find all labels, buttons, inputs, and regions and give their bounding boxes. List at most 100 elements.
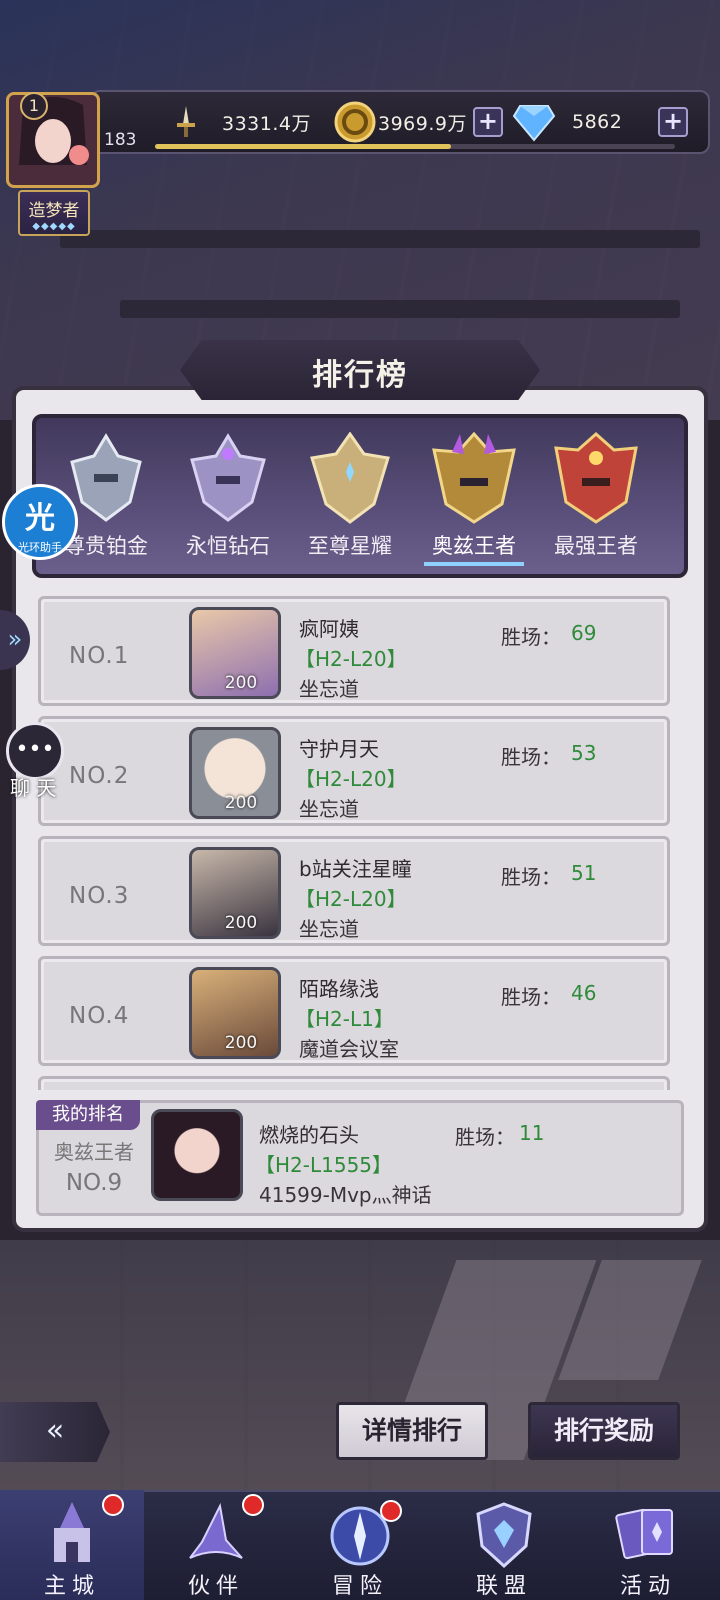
diamond-group: 5862 + (512, 102, 688, 142)
tab-strongest-king[interactable]: 最强王者 (536, 422, 656, 572)
tab-oz-king[interactable]: 奥兹王者 (414, 422, 534, 572)
my-tier: 奥兹王者 (54, 1140, 134, 1164)
diamond-helmet-icon (190, 433, 266, 522)
wins-label: 胜场： (501, 745, 561, 769)
tab-label: 永恒钻石 (186, 534, 270, 558)
my-server: 【H2-L1555】 (255, 1153, 393, 1177)
tab-star-glory[interactable]: 至尊星耀 (290, 422, 410, 572)
nav-partners[interactable]: 伙伴 (144, 1490, 288, 1600)
detail-ranking-button[interactable]: 详情排行 (336, 1402, 488, 1460)
wins-value: 53 (571, 741, 597, 765)
exp-bar-fill (155, 144, 452, 149)
player-level: 183 (104, 130, 137, 150)
notification-badge (102, 1494, 124, 1516)
background-beam (60, 230, 700, 248)
nav-label: 主城 (43, 1574, 100, 1599)
tab-label: 至尊星耀 (308, 534, 392, 558)
wins-label: 胜场： (501, 865, 561, 889)
gold-value: 3969.9万 (378, 112, 467, 135)
nav-alliance[interactable]: 联盟 (432, 1490, 576, 1600)
active-tab-underline (424, 562, 524, 566)
my-portrait[interactable] (151, 1109, 243, 1201)
tab-label: 最强王者 (554, 534, 638, 558)
my-wins-value: 11 (519, 1121, 545, 1145)
rank-number: NO.3 (69, 883, 130, 909)
portrait-level: 200 (224, 673, 258, 693)
wins-value: 69 (571, 621, 597, 645)
add-diamond-button[interactable]: + (658, 107, 688, 137)
cards-icon (615, 1508, 673, 1560)
add-gold-button[interactable]: + (472, 107, 503, 137)
player-name: 疯阿姨 (299, 617, 359, 641)
portrait-level: 200 (224, 913, 258, 933)
wins-label: 胜场： (501, 625, 561, 649)
witch-hat-icon (189, 1502, 243, 1559)
player-guild: 坐忘道 (299, 797, 359, 821)
ranking-list[interactable]: NO.1 200 疯阿姨 【H2-L20】 坐忘道 胜场： 69 NO.2 20… (34, 590, 682, 1090)
wins-label: 胜场： (501, 985, 561, 1009)
player-server: 【H2-L20】 (295, 887, 407, 911)
nav-adventure[interactable]: 冒险 (288, 1490, 432, 1600)
ranking-row-partial[interactable] (38, 1076, 670, 1090)
wins-value: 46 (571, 981, 597, 1005)
castle-icon (54, 1502, 90, 1562)
rank-number: NO.1 (69, 643, 130, 669)
my-guild: 41599-Mvp灬神话 (259, 1183, 432, 1207)
star-glory-helmet-icon (310, 432, 390, 524)
strongest-king-helmet-icon (554, 432, 638, 524)
my-rank-number: NO.9 (65, 1170, 123, 1196)
player-guild: 魔道会议室 (299, 1037, 399, 1061)
nav-label: 联盟 (475, 1574, 532, 1599)
player-name: b站关注星瞳 (299, 857, 412, 881)
ranking-row[interactable]: NO.3 200 b站关注星瞳 【H2-L20】 坐忘道 胜场： 51 (38, 836, 670, 946)
assistant-glyph: 光 (25, 501, 55, 536)
portrait-level: 200 (224, 1033, 258, 1053)
ranking-row[interactable]: NO.4 200 陌路缘浅 【H2-L1】 魔道会议室 胜场： 46 (38, 956, 670, 1066)
player-title-plate[interactable]: 造梦者 ◆◆◆◆◆ (18, 190, 90, 236)
player-name: 陌路缘浅 (299, 977, 379, 1001)
player-guild: 坐忘道 (299, 677, 359, 701)
back-button[interactable]: « (0, 1402, 110, 1462)
wins-label: 胜场： (455, 1125, 515, 1149)
page-title: 排行榜 (312, 358, 408, 393)
nav-label: 活动 (619, 1574, 676, 1599)
ranking-row[interactable]: NO.1 200 疯阿姨 【H2-L20】 坐忘道 胜场： 69 (38, 596, 670, 706)
notification-badge (242, 1494, 264, 1516)
diamond-value: 5862 (572, 111, 623, 133)
rank-number: NO.2 (69, 763, 130, 789)
background-beam (120, 300, 680, 318)
player-guild: 坐忘道 (299, 917, 359, 941)
player-rank-level: 1 (20, 92, 48, 120)
back-arrow-icon: « (45, 1413, 65, 1448)
chat-label: 聊 天 (10, 776, 57, 800)
nav-label: 冒险 (331, 1574, 388, 1599)
ranking-row[interactable]: NO.2 200 守护月天 【H2-L20】 坐忘道 胜场： 53 (38, 716, 670, 826)
assistant-bubble[interactable]: 光 光环助手 (2, 484, 78, 560)
my-name: 燃烧的石头 (259, 1123, 359, 1147)
assistant-label: 光环助手 (18, 541, 62, 554)
my-rank-tag: 我的排名 (36, 1100, 140, 1130)
player-server: 【H2-L1】 (295, 1007, 394, 1031)
player-title: 造梦者 (28, 201, 80, 221)
tab-diamond[interactable]: 永恒钻石 (168, 422, 288, 572)
player-name: 守护月天 (299, 737, 379, 761)
nav-label: 伙伴 (187, 1574, 244, 1599)
diamond-icon (512, 105, 556, 142)
gold-coin-icon (334, 101, 376, 143)
oz-king-helmet-icon (432, 432, 516, 524)
notification-badge (380, 1500, 402, 1522)
platinum-helmet-icon (70, 433, 142, 522)
nav-main-city[interactable]: 主城 (0, 1490, 144, 1600)
sword-icon (177, 106, 195, 137)
rank-number: NO.4 (69, 1003, 130, 1029)
player-server: 【H2-L20】 (295, 767, 407, 791)
portrait-level: 200 (224, 793, 258, 813)
title-stars: ◆◆◆◆◆ (32, 221, 76, 232)
chat-bubble-icon: ••• (15, 737, 55, 762)
player-server: 【H2-L20】 (295, 647, 407, 671)
nav-activity[interactable]: 活动 (576, 1490, 720, 1600)
power-value: 3331.4万 (222, 112, 311, 135)
tab-label: 奥兹王者 (432, 534, 516, 558)
ranking-rewards-button[interactable]: 排行奖励 (528, 1402, 680, 1460)
exp-bar (155, 144, 675, 149)
